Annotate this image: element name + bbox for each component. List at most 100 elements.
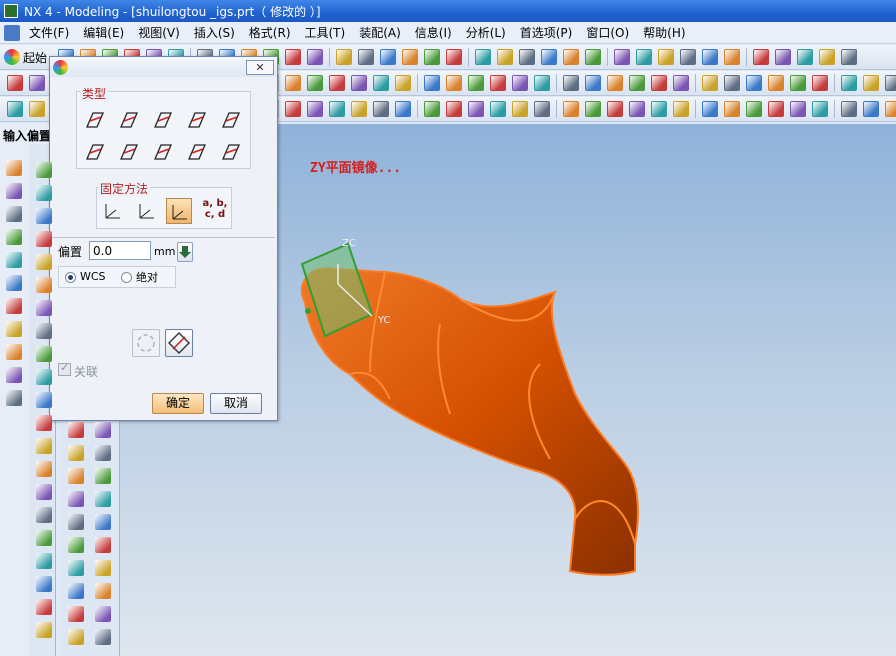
toolbar-tool-icon[interactable] [651, 75, 667, 91]
toolbar-tool-icon[interactable] [402, 49, 419, 65]
menu-analysis[interactable]: 分析(L) [459, 24, 513, 41]
toolbar-tool-icon[interactable] [702, 49, 719, 65]
plane-type-icon[interactable] [184, 139, 210, 165]
menu-help[interactable]: 帮助(H) [636, 24, 692, 41]
toolbar-tool-icon[interactable] [490, 75, 506, 91]
toolbar-tool-icon[interactable] [790, 75, 806, 91]
app-menu-icon[interactable] [4, 24, 20, 41]
toolbar-tool-icon[interactable] [446, 75, 462, 91]
toolbar-tool-icon[interactable] [395, 101, 411, 117]
side-tool-icon[interactable] [6, 321, 22, 337]
toolbar-tool-icon[interactable] [885, 101, 896, 117]
toolbar-tool-icon[interactable] [585, 75, 601, 91]
toolbar-tool-icon[interactable] [534, 101, 550, 117]
toolbar-tool-icon[interactable] [658, 49, 675, 65]
side-tool-icon[interactable] [6, 183, 22, 199]
toolbar-tool-icon[interactable] [702, 101, 718, 117]
toolbar-tool-icon[interactable] [29, 75, 45, 91]
side-tool-icon[interactable] [36, 208, 52, 224]
toolbar-tool-icon[interactable] [841, 49, 858, 65]
side-tool-icon[interactable] [95, 491, 111, 507]
menu-tools[interactable]: 工具(T) [298, 24, 353, 41]
side-tool-icon[interactable] [6, 298, 22, 314]
toolbar-tool-icon[interactable] [468, 75, 484, 91]
radio-wcs[interactable] [65, 272, 76, 283]
coefficients-button[interactable]: a, b, c, d [202, 198, 228, 224]
plane-handle[interactable] [305, 308, 311, 314]
reverse-direction-button[interactable] [165, 329, 193, 357]
toolbar-tool-icon[interactable] [768, 101, 784, 117]
plane-type-icon[interactable] [218, 107, 244, 133]
plane-type-icon[interactable] [184, 107, 210, 133]
side-tool-icon[interactable] [68, 445, 84, 461]
toolbar-tool-icon[interactable] [29, 101, 45, 117]
side-tool-icon[interactable] [36, 300, 52, 316]
side-tool-icon[interactable] [6, 160, 22, 176]
side-tool-icon[interactable] [95, 468, 111, 484]
menu-info[interactable]: 信息(I) [408, 24, 459, 41]
side-tool-icon[interactable] [36, 438, 52, 454]
toolbar-tool-icon[interactable] [614, 49, 631, 65]
side-tool-icon[interactable] [36, 461, 52, 477]
toolbar-tool-icon[interactable] [468, 101, 484, 117]
side-tool-icon[interactable] [6, 390, 22, 406]
toolbar-tool-icon[interactable] [329, 75, 345, 91]
toolbar-tool-icon[interactable] [673, 75, 689, 91]
fixed-method-icon[interactable] [100, 198, 126, 224]
toolbar-tool-icon[interactable] [307, 49, 324, 65]
offset-options-button[interactable] [177, 242, 193, 262]
toolbar-tool-icon[interactable] [746, 75, 762, 91]
menu-format[interactable]: 格式(R) [242, 24, 298, 41]
toolbar-tool-icon[interactable] [819, 49, 836, 65]
toolbar-tool-icon[interactable] [351, 101, 367, 117]
toolbar-tool-icon[interactable] [680, 49, 697, 65]
side-tool-icon[interactable] [68, 468, 84, 484]
side-tool-icon[interactable] [68, 537, 84, 553]
toolbar-tool-icon[interactable] [724, 75, 740, 91]
toolbar-tool-icon[interactable] [541, 49, 558, 65]
radio-absolute[interactable] [121, 272, 132, 283]
toolbar-tool-icon[interactable] [724, 101, 740, 117]
side-tool-icon[interactable] [36, 576, 52, 592]
toolbar-tool-icon[interactable] [585, 49, 602, 65]
toolbar-tool-icon[interactable] [636, 49, 653, 65]
menu-view[interactable]: 视图(V) [131, 24, 187, 41]
toolbar-tool-icon[interactable] [724, 49, 741, 65]
toolbar-tool-icon[interactable] [841, 75, 857, 91]
toolbar-tool-icon[interactable] [768, 75, 784, 91]
side-tool-icon[interactable] [68, 422, 84, 438]
toolbar-tool-icon[interactable] [563, 75, 579, 91]
menu-file[interactable]: 文件(F) [22, 24, 76, 41]
toolbar-tool-icon[interactable] [673, 101, 689, 117]
toolbar-tool-icon[interactable] [629, 75, 645, 91]
menu-insert[interactable]: 插入(S) [187, 24, 242, 41]
toolbar-tool-icon[interactable] [812, 75, 828, 91]
side-tool-icon[interactable] [95, 514, 111, 530]
side-tool-icon[interactable] [36, 415, 52, 431]
toolbar-tool-icon[interactable] [519, 49, 536, 65]
ok-button[interactable]: 确定 [152, 393, 204, 414]
side-tool-icon[interactable] [36, 392, 52, 408]
toolbar-tool-icon[interactable] [790, 101, 806, 117]
toolbar-tool-icon[interactable] [863, 75, 879, 91]
toolbar-tool-icon[interactable] [512, 75, 528, 91]
side-tool-icon[interactable] [95, 606, 111, 622]
toolbar-tool-icon[interactable] [7, 75, 23, 91]
toolbar-tool-icon[interactable] [358, 49, 375, 65]
side-tool-icon[interactable] [36, 323, 52, 339]
toolbar-tool-icon[interactable] [607, 101, 623, 117]
side-tool-icon[interactable] [36, 185, 52, 201]
close-button[interactable]: ✕ [246, 59, 274, 75]
plane-type-icon[interactable] [150, 139, 176, 165]
associate-checkbox[interactable] [58, 361, 71, 376]
toolbar-tool-icon[interactable] [497, 49, 514, 65]
side-tool-icon[interactable] [36, 346, 52, 362]
side-tool-icon[interactable] [36, 231, 52, 247]
toolbar-tool-icon[interactable] [863, 101, 879, 117]
toolbar-tool-icon[interactable] [285, 75, 301, 91]
plane-type-icon[interactable] [82, 139, 108, 165]
toolbar-tool-icon[interactable] [563, 49, 580, 65]
toolbar-tool-icon[interactable] [775, 49, 792, 65]
side-tool-icon[interactable] [6, 206, 22, 222]
side-tool-icon[interactable] [6, 252, 22, 268]
